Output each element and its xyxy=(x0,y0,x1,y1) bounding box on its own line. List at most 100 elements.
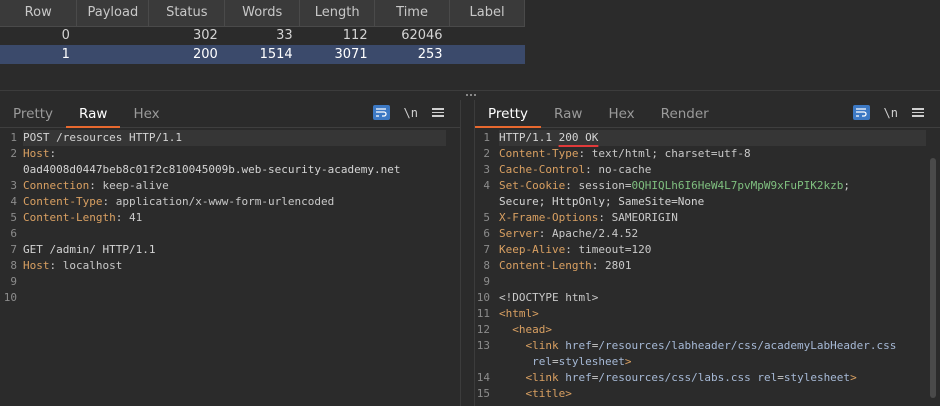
line-number xyxy=(0,162,22,178)
request-toolbar: \n xyxy=(372,105,444,120)
cell-status: 200 xyxy=(148,45,225,64)
header-value: : SAMEORIGIN xyxy=(598,211,678,224)
request-line: Host: localhost xyxy=(23,258,446,274)
column-header-label[interactable]: Label xyxy=(449,0,525,27)
show-newlines-button[interactable]: \n xyxy=(884,106,898,120)
hamburger-menu-icon[interactable] xyxy=(432,108,444,117)
horizontal-splitter[interactable] xyxy=(0,90,940,98)
request-tabbar: Pretty Raw Hex \n xyxy=(0,100,460,128)
request-editor[interactable]: 1 2 3 4 5 6 7 8 9 10 POST /resources HTT… xyxy=(0,128,460,405)
html-tag: <link xyxy=(525,371,566,384)
line-number: 15 xyxy=(476,387,490,400)
header-value: : session= xyxy=(565,179,632,192)
line-number xyxy=(475,194,495,210)
table-header-row: Row Payload Status Words Length Time Lab… xyxy=(0,0,525,27)
line-number-gutter: 1 2 3 4 5 6 7 8 9 10 11 12 13 14 15 xyxy=(475,130,495,402)
header-name: Set-Cookie xyxy=(499,179,566,192)
line-number: 13 xyxy=(476,339,490,352)
header-value: : timeout=120 xyxy=(565,243,652,256)
status-line: HTTP/1.1 200 OK xyxy=(499,130,926,146)
line-number: 4 xyxy=(10,195,17,208)
request-line: GET /admin/ HTTP/1.1 xyxy=(23,243,156,256)
table-row-selected[interactable]: 1 200 1514 3071 253 xyxy=(0,45,525,64)
table-row[interactable]: 0 302 33 112 62046 xyxy=(0,26,525,45)
header-value: : 2801 xyxy=(591,259,632,272)
line-number: 8 xyxy=(10,259,17,272)
drag-grip-icon[interactable] xyxy=(466,94,480,97)
header-name: Content-Length xyxy=(23,211,116,224)
scrollbar-thumb[interactable] xyxy=(930,158,936,398)
cell-row: 0 xyxy=(0,26,77,45)
line-number: 9 xyxy=(10,275,17,288)
column-header-status[interactable]: Status xyxy=(148,0,226,27)
line-number: 9 xyxy=(483,275,490,288)
response-editor[interactable]: 1 2 3 4 5 6 7 8 9 10 11 12 13 14 15 HTTP… xyxy=(475,128,940,405)
html-attr: rel xyxy=(532,355,552,368)
response-code[interactable]: HTTP/1.1 200 OK Content-Type: text/html;… xyxy=(499,130,926,402)
cell-status: 302 xyxy=(148,26,225,45)
request-tab-raw[interactable]: Raw xyxy=(66,106,121,128)
line-number: 1 xyxy=(483,131,490,144)
html-tag: > xyxy=(624,355,632,368)
response-tab-raw[interactable]: Raw xyxy=(541,106,595,127)
line-number: 14 xyxy=(476,371,490,384)
hamburger-menu-icon[interactable] xyxy=(912,108,924,117)
line-number: 10 xyxy=(476,291,490,304)
results-table: Row Payload Status Words Length Time Lab… xyxy=(0,0,525,64)
cell-payload xyxy=(76,45,149,64)
response-line: Cache-Control: no-cache xyxy=(499,162,926,178)
cell-payload xyxy=(76,26,149,45)
show-newlines-button[interactable]: \n xyxy=(404,106,418,120)
vertical-splitter[interactable] xyxy=(460,100,475,406)
header-value: ; xyxy=(843,179,851,192)
line-number: 7 xyxy=(483,243,490,256)
wrap-lines-icon[interactable] xyxy=(852,105,870,120)
session-cookie-value: 0QHIQLh6I6HeW4L7pvMpW9xFuPIK2kzb xyxy=(631,179,844,192)
doctype: <!DOCTYPE html> xyxy=(499,291,599,304)
response-line: <title> xyxy=(499,386,926,402)
html-attr: href xyxy=(565,371,592,384)
response-line: <link href=/resources/css/labs.css rel=s… xyxy=(499,370,926,386)
header-name: Host xyxy=(23,147,50,160)
column-header-payload[interactable]: Payload xyxy=(76,0,150,27)
wrap-lines-icon[interactable] xyxy=(372,105,390,120)
response-tabbar: Pretty Raw Hex Render \n xyxy=(475,100,940,128)
column-header-row[interactable]: Row xyxy=(0,0,78,27)
html-tag: <link xyxy=(525,339,566,352)
response-line: <html> xyxy=(499,306,926,322)
attr-eq: = xyxy=(552,355,559,368)
request-line: POST /resources HTTP/1.1 xyxy=(23,130,446,146)
line-number: 5 xyxy=(10,211,17,224)
cell-time: 253 xyxy=(374,45,450,64)
header-name: X-Frame-Options xyxy=(499,211,599,224)
html-tag: <title> xyxy=(525,387,572,400)
cell-length: 3071 xyxy=(299,45,375,64)
cell-words: 33 xyxy=(224,26,300,45)
results-table-area: Row Payload Status Words Length Time Lab… xyxy=(0,0,940,90)
cell-label xyxy=(449,45,525,64)
response-line: <!DOCTYPE html> xyxy=(499,290,926,306)
header-name: Server xyxy=(499,227,539,240)
response-tab-hex[interactable]: Hex xyxy=(595,106,647,127)
header-value: : text/html; charset=utf-8 xyxy=(578,147,751,160)
column-header-time[interactable]: Time xyxy=(374,0,451,27)
request-line-empty xyxy=(23,274,446,290)
header-separator: : xyxy=(49,147,57,160)
response-tab-pretty[interactable]: Pretty xyxy=(475,106,542,128)
request-line: Content-Type: application/x-www-form-url… xyxy=(23,194,446,210)
column-header-length[interactable]: Length xyxy=(299,0,376,27)
header-value: : 41 xyxy=(115,211,143,224)
line-number: 7 xyxy=(10,243,17,256)
html-attr: href xyxy=(565,339,592,352)
request-code[interactable]: POST /resources HTTP/1.1 Host: 0ad4008d0… xyxy=(23,130,446,306)
line-number: 4 xyxy=(483,179,490,192)
header-name: Keep-Alive xyxy=(499,243,566,256)
column-header-words[interactable]: Words xyxy=(224,0,301,27)
response-tab-render[interactable]: Render xyxy=(648,106,722,127)
request-tab-hex[interactable]: Hex xyxy=(120,106,172,127)
response-line: <head> xyxy=(499,322,926,338)
line-number: 3 xyxy=(483,163,490,176)
header-name: Content-Type xyxy=(499,147,579,160)
request-line: Host: xyxy=(23,146,446,162)
request-tab-pretty[interactable]: Pretty xyxy=(0,106,66,127)
